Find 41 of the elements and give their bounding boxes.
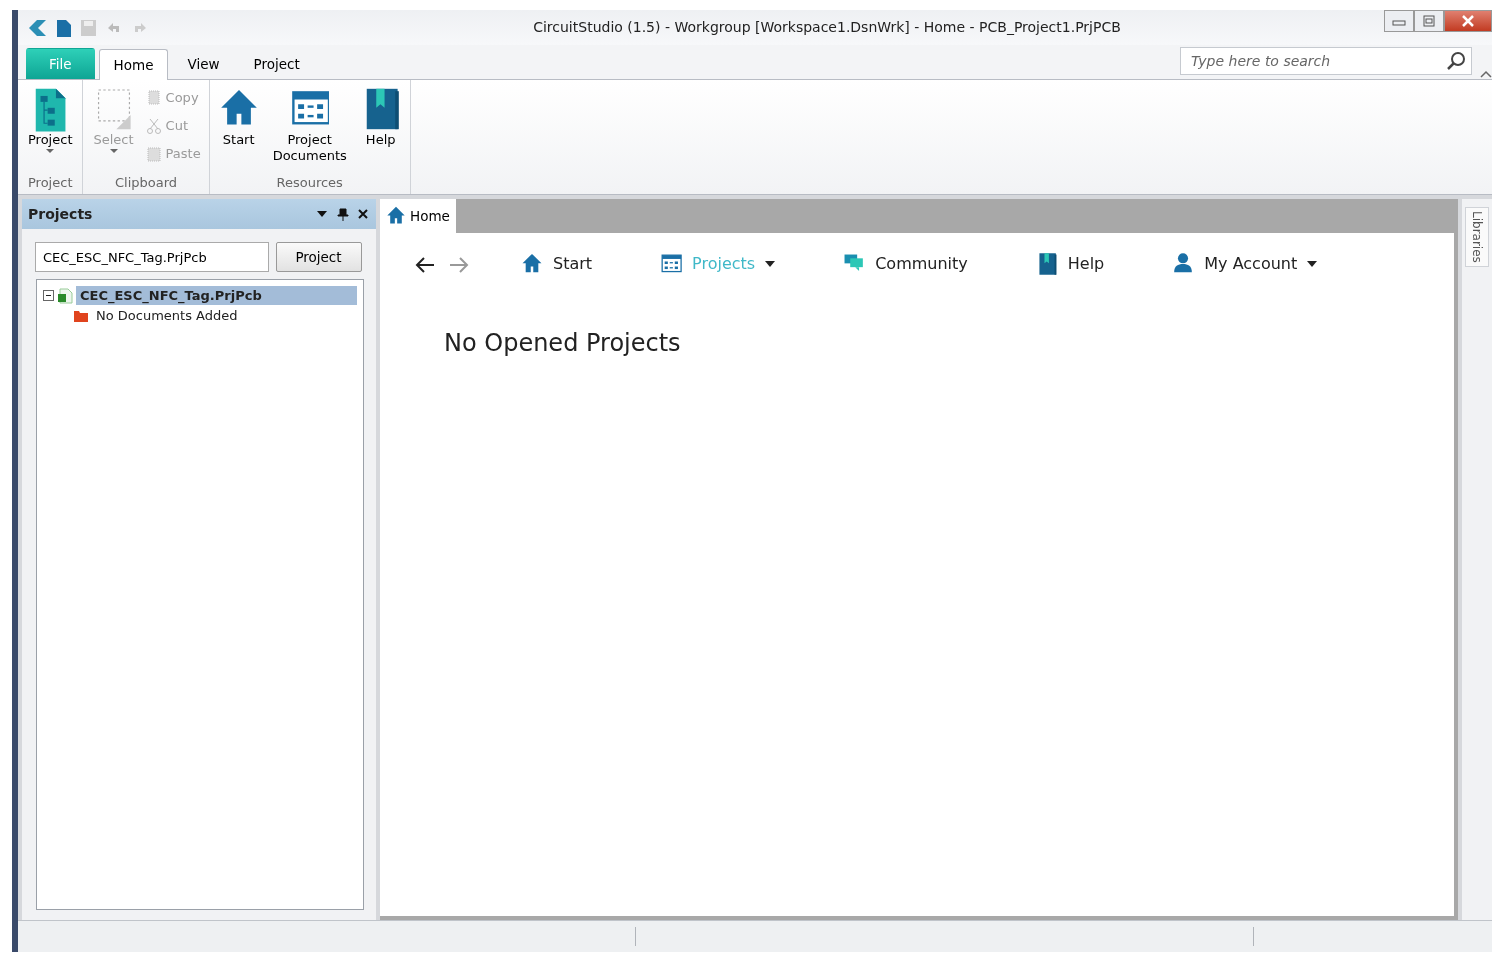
collapse-icon[interactable] bbox=[43, 290, 54, 301]
maximize-icon bbox=[1423, 15, 1435, 27]
ribbon-button[interactable]: Start bbox=[215, 84, 262, 173]
ribbon-button[interactable]: Project Documents bbox=[267, 84, 352, 173]
forward-arrow-icon bbox=[448, 255, 470, 274]
paste-icon bbox=[145, 146, 162, 162]
page-heading: No Opened Projects bbox=[444, 329, 682, 358]
collapse-ribbon-icon[interactable] bbox=[1480, 69, 1492, 79]
window-title: CircuitStudio (1.5) - Workgroup [Workspace1.DsnWrk] - Home - PCB_Project1.PrjPCB bbox=[532, 18, 1121, 37]
group-label: Clipboard bbox=[114, 173, 179, 192]
new-document-icon[interactable] bbox=[54, 17, 73, 38]
panel-title: Projects bbox=[28, 204, 93, 224]
nav-link[interactable]: Community bbox=[837, 251, 974, 277]
project-button[interactable]: Project bbox=[275, 242, 362, 272]
search-icon bbox=[1446, 51, 1466, 71]
folder-icon bbox=[73, 308, 89, 323]
side-panel-tab[interactable]: Libraries bbox=[1465, 207, 1489, 267]
ribbon-button[interactable]: Project bbox=[24, 84, 77, 173]
ribbon-tab[interactable]: Home bbox=[98, 48, 169, 80]
back-arrow-icon bbox=[414, 255, 436, 274]
nav-link[interactable]: Help bbox=[1029, 251, 1111, 277]
ribbon-button[interactable]: Help bbox=[357, 84, 404, 173]
search-field[interactable]: Type here to search bbox=[1180, 47, 1472, 75]
tree-item[interactable]: CEC_ESC_NFC_Tag.PrjPcb bbox=[76, 285, 357, 306]
home-icon bbox=[386, 205, 406, 227]
tree-item[interactable]: No Documents Added bbox=[92, 305, 357, 326]
group-label: Resources bbox=[275, 173, 344, 192]
close-icon[interactable] bbox=[356, 207, 370, 221]
close-button[interactable] bbox=[1444, 10, 1492, 32]
group-label: Project bbox=[27, 173, 74, 192]
nav-link[interactable]: Start bbox=[515, 251, 599, 277]
ribbon-tab[interactable]: View bbox=[172, 47, 235, 79]
pcb-project-icon bbox=[57, 287, 73, 304]
close-icon bbox=[1461, 15, 1475, 27]
copy-icon bbox=[145, 90, 162, 106]
ribbon-tab[interactable]: Project bbox=[238, 47, 315, 79]
document-tab[interactable]: Home bbox=[380, 199, 456, 233]
project-field[interactable]: CEC_ESC_NFC_Tag.PrjPcb bbox=[35, 242, 269, 272]
nav-link[interactable]: My Account bbox=[1166, 251, 1324, 277]
cut-icon bbox=[145, 118, 162, 134]
pin-icon[interactable] bbox=[335, 207, 350, 221]
